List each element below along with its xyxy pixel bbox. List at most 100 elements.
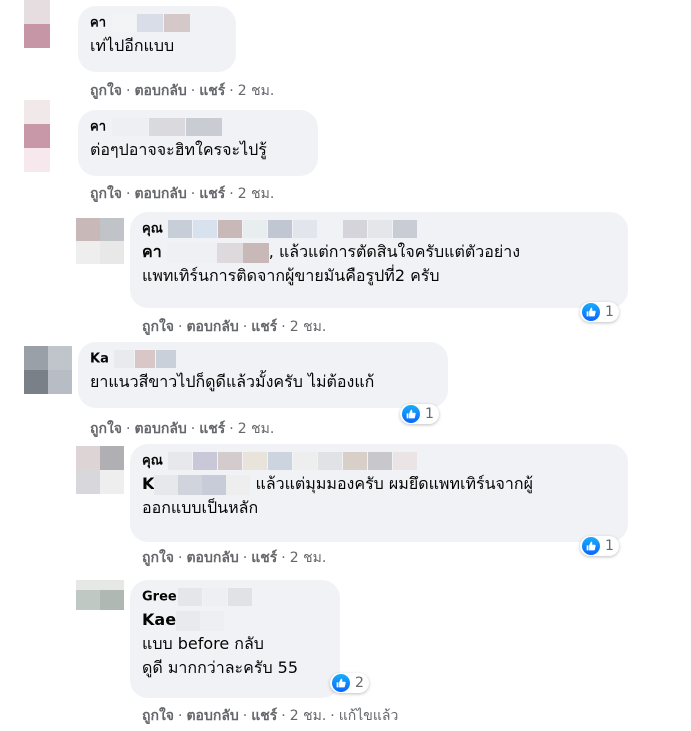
like-button[interactable]: ถูกใจ [90, 421, 122, 437]
reaction-number: 1 [605, 538, 614, 554]
timestamp[interactable]: 2 ชม. [290, 708, 327, 724]
comment-text: ดูดี มากกว่าละครับ 55 [142, 658, 299, 677]
blurred-name [318, 452, 343, 470]
like-button[interactable]: ถูกใจ [142, 319, 174, 335]
timestamp[interactable]: 2 ชม. [290, 319, 327, 335]
commenter-name[interactable]: Ka [90, 350, 436, 370]
commenter-name[interactable]: คุณ [142, 220, 616, 240]
share-button[interactable]: แชร์ [251, 708, 277, 724]
comment-text-line: Kae [142, 608, 328, 632]
like-button[interactable]: ถูกใจ [90, 83, 122, 99]
reaction-count[interactable]: 2 [330, 673, 369, 693]
reaction-number: 1 [605, 304, 614, 320]
commenter-name[interactable]: Gree [142, 588, 328, 608]
blurred-name [393, 220, 418, 238]
comment-bubble: Ka ยาแนวสีขาวไปก็ดูดีแล้วมั้งครับ ไม่ต้อ… [78, 342, 448, 408]
timestamp[interactable]: 2 ชม. [238, 83, 275, 99]
commenter-name[interactable]: คุณ [142, 452, 616, 472]
separator: · [178, 319, 183, 335]
blurred-name [166, 242, 217, 263]
comment-actions: ถูกใจ · ตอบกลับ · แชร์ · 2 ชม. [142, 549, 326, 567]
like-icon [402, 405, 420, 423]
commenter-name[interactable]: คา [90, 14, 224, 34]
reply-button[interactable]: ตอบกลับ [134, 186, 186, 202]
commenter-name[interactable]: คา [90, 118, 306, 138]
timestamp[interactable]: 2 ชม. [290, 550, 327, 566]
comment-text-line: K แล้วแต่มุมมองครับ ผมยึดแพทเทิร์นจากผู้ [142, 472, 616, 496]
share-button[interactable]: แชร์ [199, 421, 225, 437]
like-button[interactable]: ถูกใจ [90, 186, 122, 202]
timestamp[interactable]: 2 ชม. [238, 186, 275, 202]
blurred-name [193, 220, 218, 238]
avatar[interactable] [76, 580, 124, 610]
comment-bubble: Gree Kae แบบ before กลับ ดูดี มากกว่าละค… [130, 580, 340, 698]
comment-text: ออกแบบเป็นหลัก [142, 498, 259, 517]
avatar[interactable] [24, 0, 50, 48]
avatar[interactable] [24, 100, 50, 172]
comment-bubble: คุณ K แล้วแต่มุมมองครับ ผมยึดแพทเทิร์นจา… [130, 444, 628, 542]
share-button[interactable]: แชร์ [199, 83, 225, 99]
separator: · [242, 319, 248, 335]
blurred-name [168, 220, 193, 238]
comment-text: ยาแนวสีขาวไปก็ดูดีแล้วมั้งครับ ไม่ต้องแก… [90, 372, 375, 391]
blurred-name [185, 118, 222, 136]
reply-button[interactable]: ตอบกลับ [186, 319, 238, 335]
blurred-name [176, 610, 201, 631]
blurred-name [216, 242, 243, 263]
like-button[interactable]: ถูกใจ [142, 550, 174, 566]
reaction-number: 2 [355, 675, 364, 691]
blurred-name [148, 118, 185, 136]
reaction-count[interactable]: 1 [580, 302, 619, 322]
reply-button[interactable]: ตอบกลับ [186, 550, 238, 566]
blurred-name [193, 452, 218, 470]
avatar[interactable] [24, 346, 72, 394]
mention-link[interactable]: Kae [142, 610, 176, 629]
blurred-name [156, 350, 177, 368]
reply-button[interactable]: ตอบกลับ [186, 708, 238, 724]
separator: · [330, 708, 335, 724]
avatar[interactable] [76, 446, 124, 494]
blurred-name [218, 220, 243, 238]
like-button[interactable]: ถูกใจ [142, 708, 174, 724]
separator: · [281, 319, 286, 335]
edited-label[interactable]: แก้ไขแล้ว [339, 708, 399, 724]
blurred-name [227, 588, 252, 606]
blurred-name [368, 452, 393, 470]
blurred-name [268, 220, 293, 238]
blurred-name [226, 474, 251, 495]
timestamp[interactable]: 2 ชม. [238, 421, 275, 437]
blurred-name [243, 220, 268, 238]
comment-actions: ถูกใจ · ตอบกลับ · แชร์ · 2 ชม. [90, 82, 274, 100]
mention-link[interactable]: K [142, 474, 154, 493]
separator: · [229, 421, 234, 437]
separator: · [281, 550, 286, 566]
comment-actions: ถูกใจ · ตอบกลับ · แชร์ · 2 ชม. [90, 420, 274, 438]
blurred-name [242, 242, 269, 263]
comment-text: แล้วแต่มุมมองครับ ผมยึดแพทเทิร์นจากผู้ [255, 474, 533, 493]
share-button[interactable]: แชร์ [251, 319, 277, 335]
share-button[interactable]: แชร์ [251, 550, 277, 566]
comment-bubble: คุณ คา , แล้วแต่การตัดสินใจครับแต่ตัวอย่… [130, 212, 628, 308]
blurred-name [202, 588, 227, 606]
separator: · [229, 83, 234, 99]
separator: · [242, 550, 248, 566]
like-icon [582, 537, 600, 555]
share-button[interactable]: แชร์ [199, 186, 225, 202]
blurred-name [202, 474, 227, 495]
reaction-number: 1 [425, 406, 434, 422]
blurred-name [318, 220, 343, 238]
blurred-name [114, 350, 135, 368]
blurred-name [218, 452, 243, 470]
blurred-name [200, 610, 225, 631]
separator: · [190, 186, 196, 202]
avatar[interactable] [76, 218, 124, 264]
mention-link[interactable]: คา [142, 242, 162, 261]
reaction-count[interactable]: 1 [400, 404, 439, 424]
reply-button[interactable]: ตอบกลับ [134, 421, 186, 437]
blurred-name [343, 220, 368, 238]
separator: · [178, 708, 183, 724]
reaction-count[interactable]: 1 [580, 536, 619, 556]
comment-text-line: คา , แล้วแต่การตัดสินใจครับแต่ตัวอย่าง [142, 240, 616, 264]
comment-actions: ถูกใจ · ตอบกลับ · แชร์ · 2 ชม. · แก้ไขแล้ว [142, 707, 398, 725]
reply-button[interactable]: ตอบกลับ [134, 83, 186, 99]
